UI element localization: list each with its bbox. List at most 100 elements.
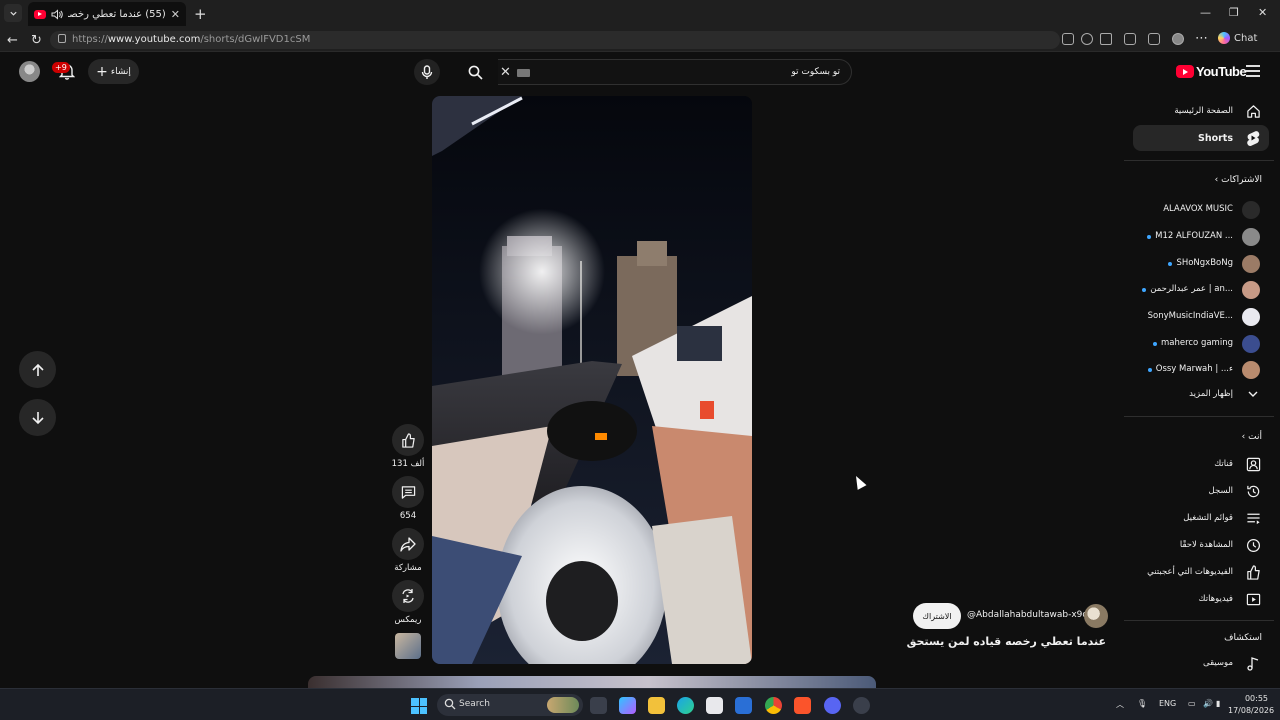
profile-avatar[interactable]: [1172, 33, 1184, 45]
sidebar-item-label: المشاهدة لاحقًا: [1179, 540, 1233, 550]
refresh-icon[interactable]: ↻: [31, 33, 42, 48]
more-options-icon[interactable]: ⋯: [1195, 31, 1208, 46]
new-tab-button[interactable]: +: [194, 5, 207, 23]
channel-handle[interactable]: @Abdallahabdultawab-x9d: [967, 610, 1088, 620]
sidebar-item-liked-videos[interactable]: الفيديوهات التي أعجبتني: [1133, 559, 1269, 585]
tray-microphone-icon[interactable]: 🎙: [1137, 699, 1147, 708]
sidebar-item-history[interactable]: السجل: [1133, 478, 1269, 504]
arrow-up-icon: [31, 363, 44, 376]
subscription-item[interactable]: عمر عبدالرحمن | an...: [1133, 277, 1269, 303]
settings-gear-icon[interactable]: [853, 697, 870, 714]
tray-overflow-icon[interactable]: ︿: [1116, 699, 1124, 710]
search-input[interactable]: [538, 63, 840, 81]
sidebar-item-label: إظهار المزيد: [1189, 389, 1233, 399]
youtube-wordmark: YouTube: [1196, 64, 1247, 79]
subscription-item[interactable]: SHoNgxBoNg: [1133, 251, 1269, 277]
new-content-dot: [1153, 342, 1157, 346]
file-explorer-icon[interactable]: [648, 697, 665, 714]
copilot-app-icon[interactable]: [619, 697, 636, 714]
edge-browser-icon[interactable]: [677, 697, 694, 714]
favorite-star-icon[interactable]: [1100, 33, 1112, 45]
store-icon[interactable]: [706, 697, 723, 714]
chat-label: Chat: [1234, 32, 1258, 44]
windows-start-icon[interactable]: [411, 698, 427, 714]
next-video-button[interactable]: [19, 399, 56, 436]
channel-avatar[interactable]: [1084, 604, 1108, 628]
sidebar-item-shorts[interactable]: Shorts: [1133, 125, 1269, 151]
split-screen-icon[interactable]: [1062, 33, 1074, 45]
video-frame: [432, 96, 752, 664]
youtube-logo[interactable]: YouTube: [1176, 64, 1247, 79]
copilot-chat-button[interactable]: Chat: [1218, 32, 1257, 44]
maximize-button[interactable]: ❐: [1229, 6, 1239, 19]
url-text: https://www.youtube.com/shorts/dGwIFVD1c…: [72, 34, 311, 45]
sound-thumbnail[interactable]: [395, 633, 421, 659]
sidebar-item-your-channel[interactable]: قناتك: [1133, 451, 1269, 477]
search-button[interactable]: [452, 59, 498, 85]
short-video-player[interactable]: [432, 96, 752, 664]
discord-icon[interactable]: [824, 697, 841, 714]
subscription-item[interactable]: SonyMusicIndiaVE...: [1133, 304, 1269, 330]
favorites-icon[interactable]: [1148, 33, 1160, 45]
system-clock[interactable]: 00:55 17/08/2026: [1228, 693, 1275, 717]
music-note-icon: [1245, 655, 1261, 671]
keyboard-icon[interactable]: [517, 69, 530, 77]
search-icon: [468, 65, 483, 80]
taskbar-search[interactable]: Search: [437, 694, 583, 716]
network-icon[interactable]: ▭: [1188, 699, 1196, 708]
sidebar-item-playlists[interactable]: قوائم التشغيل: [1133, 505, 1269, 531]
subscription-item[interactable]: ALAAVOX MUSIC: [1133, 197, 1269, 223]
browser-tab-youtube[interactable]: (55) عندما تعطي رخصه قياده لـ ✕: [28, 2, 186, 26]
comment-icon: [401, 485, 415, 499]
thumbs-up-icon: [401, 432, 415, 448]
comments-button[interactable]: [392, 476, 424, 508]
language-indicator[interactable]: ENG: [1159, 699, 1176, 708]
minimize-button[interactable]: —: [1200, 6, 1211, 19]
remix-button[interactable]: [392, 580, 424, 612]
mail-icon[interactable]: [735, 697, 752, 714]
read-aloud-icon[interactable]: [1081, 33, 1093, 45]
channel-row: الاشتراك @Abdallahabdultawab-x9d: [913, 603, 1108, 629]
show-more-button[interactable]: إظهار المزيد: [1133, 381, 1269, 407]
sidebar: الصفحة الرئيسية Shorts الاشتراكات › ALAA…: [1124, 96, 1274, 688]
clear-search-icon[interactable]: ✕: [500, 65, 511, 80]
create-label: إنشاء: [110, 66, 131, 77]
subscription-item[interactable]: M12 ALFOUZAN ...: [1133, 224, 1269, 250]
notification-badge: +9: [52, 62, 70, 73]
tab-list-button[interactable]: [4, 4, 22, 22]
sidebar-item-watch-later[interactable]: المشاهدة لاحقًا: [1133, 532, 1269, 558]
remix-icon: [402, 589, 414, 603]
volume-icon[interactable]: 🔊: [1203, 699, 1213, 708]
hamburger-menu-icon[interactable]: [1246, 65, 1260, 77]
clock-date: 17/08/2026: [1228, 706, 1275, 715]
extensions-icon[interactable]: [1124, 33, 1136, 45]
close-tab-icon[interactable]: ✕: [171, 8, 180, 21]
subscription-item[interactable]: maherco gaming: [1133, 331, 1269, 357]
url-field[interactable]: https://www.youtube.com/shorts/dGwIFVD1c…: [50, 31, 1060, 49]
short-title[interactable]: عندما تعطي رخصه قياده لمن يستحق: [860, 635, 1106, 648]
you-header[interactable]: أنت ›: [1242, 432, 1262, 442]
brave-icon[interactable]: [794, 697, 811, 714]
sidebar-item-your-videos[interactable]: فيديوهاتك: [1133, 586, 1269, 612]
comment-count: 654: [399, 511, 417, 521]
channel-avatar: [1242, 255, 1260, 273]
create-button[interactable]: + إنشاء: [88, 59, 139, 84]
youtube-play-icon: [1176, 65, 1194, 78]
like-button[interactable]: [392, 424, 424, 456]
chrome-icon[interactable]: [765, 697, 782, 714]
subscription-item[interactable]: Ossy Marwah | ...ء: [1133, 357, 1269, 383]
lock-icon: [58, 34, 66, 43]
voice-search-button[interactable]: [414, 59, 440, 85]
back-icon[interactable]: ←: [7, 33, 18, 48]
sidebar-item-home[interactable]: الصفحة الرئيسية: [1133, 98, 1269, 124]
account-avatar[interactable]: [19, 61, 40, 82]
subscriptions-header[interactable]: الاشتراكات ›: [1215, 175, 1262, 185]
subscribe-button[interactable]: الاشتراك: [913, 603, 961, 629]
share-button[interactable]: [392, 528, 424, 560]
speaker-icon[interactable]: [51, 8, 63, 20]
sidebar-item-music[interactable]: موسيقى: [1133, 650, 1269, 676]
battery-icon[interactable]: ▮: [1216, 699, 1220, 708]
previous-video-button[interactable]: [19, 351, 56, 388]
task-view-icon[interactable]: [590, 697, 607, 714]
close-window-button[interactable]: ✕: [1258, 6, 1267, 19]
